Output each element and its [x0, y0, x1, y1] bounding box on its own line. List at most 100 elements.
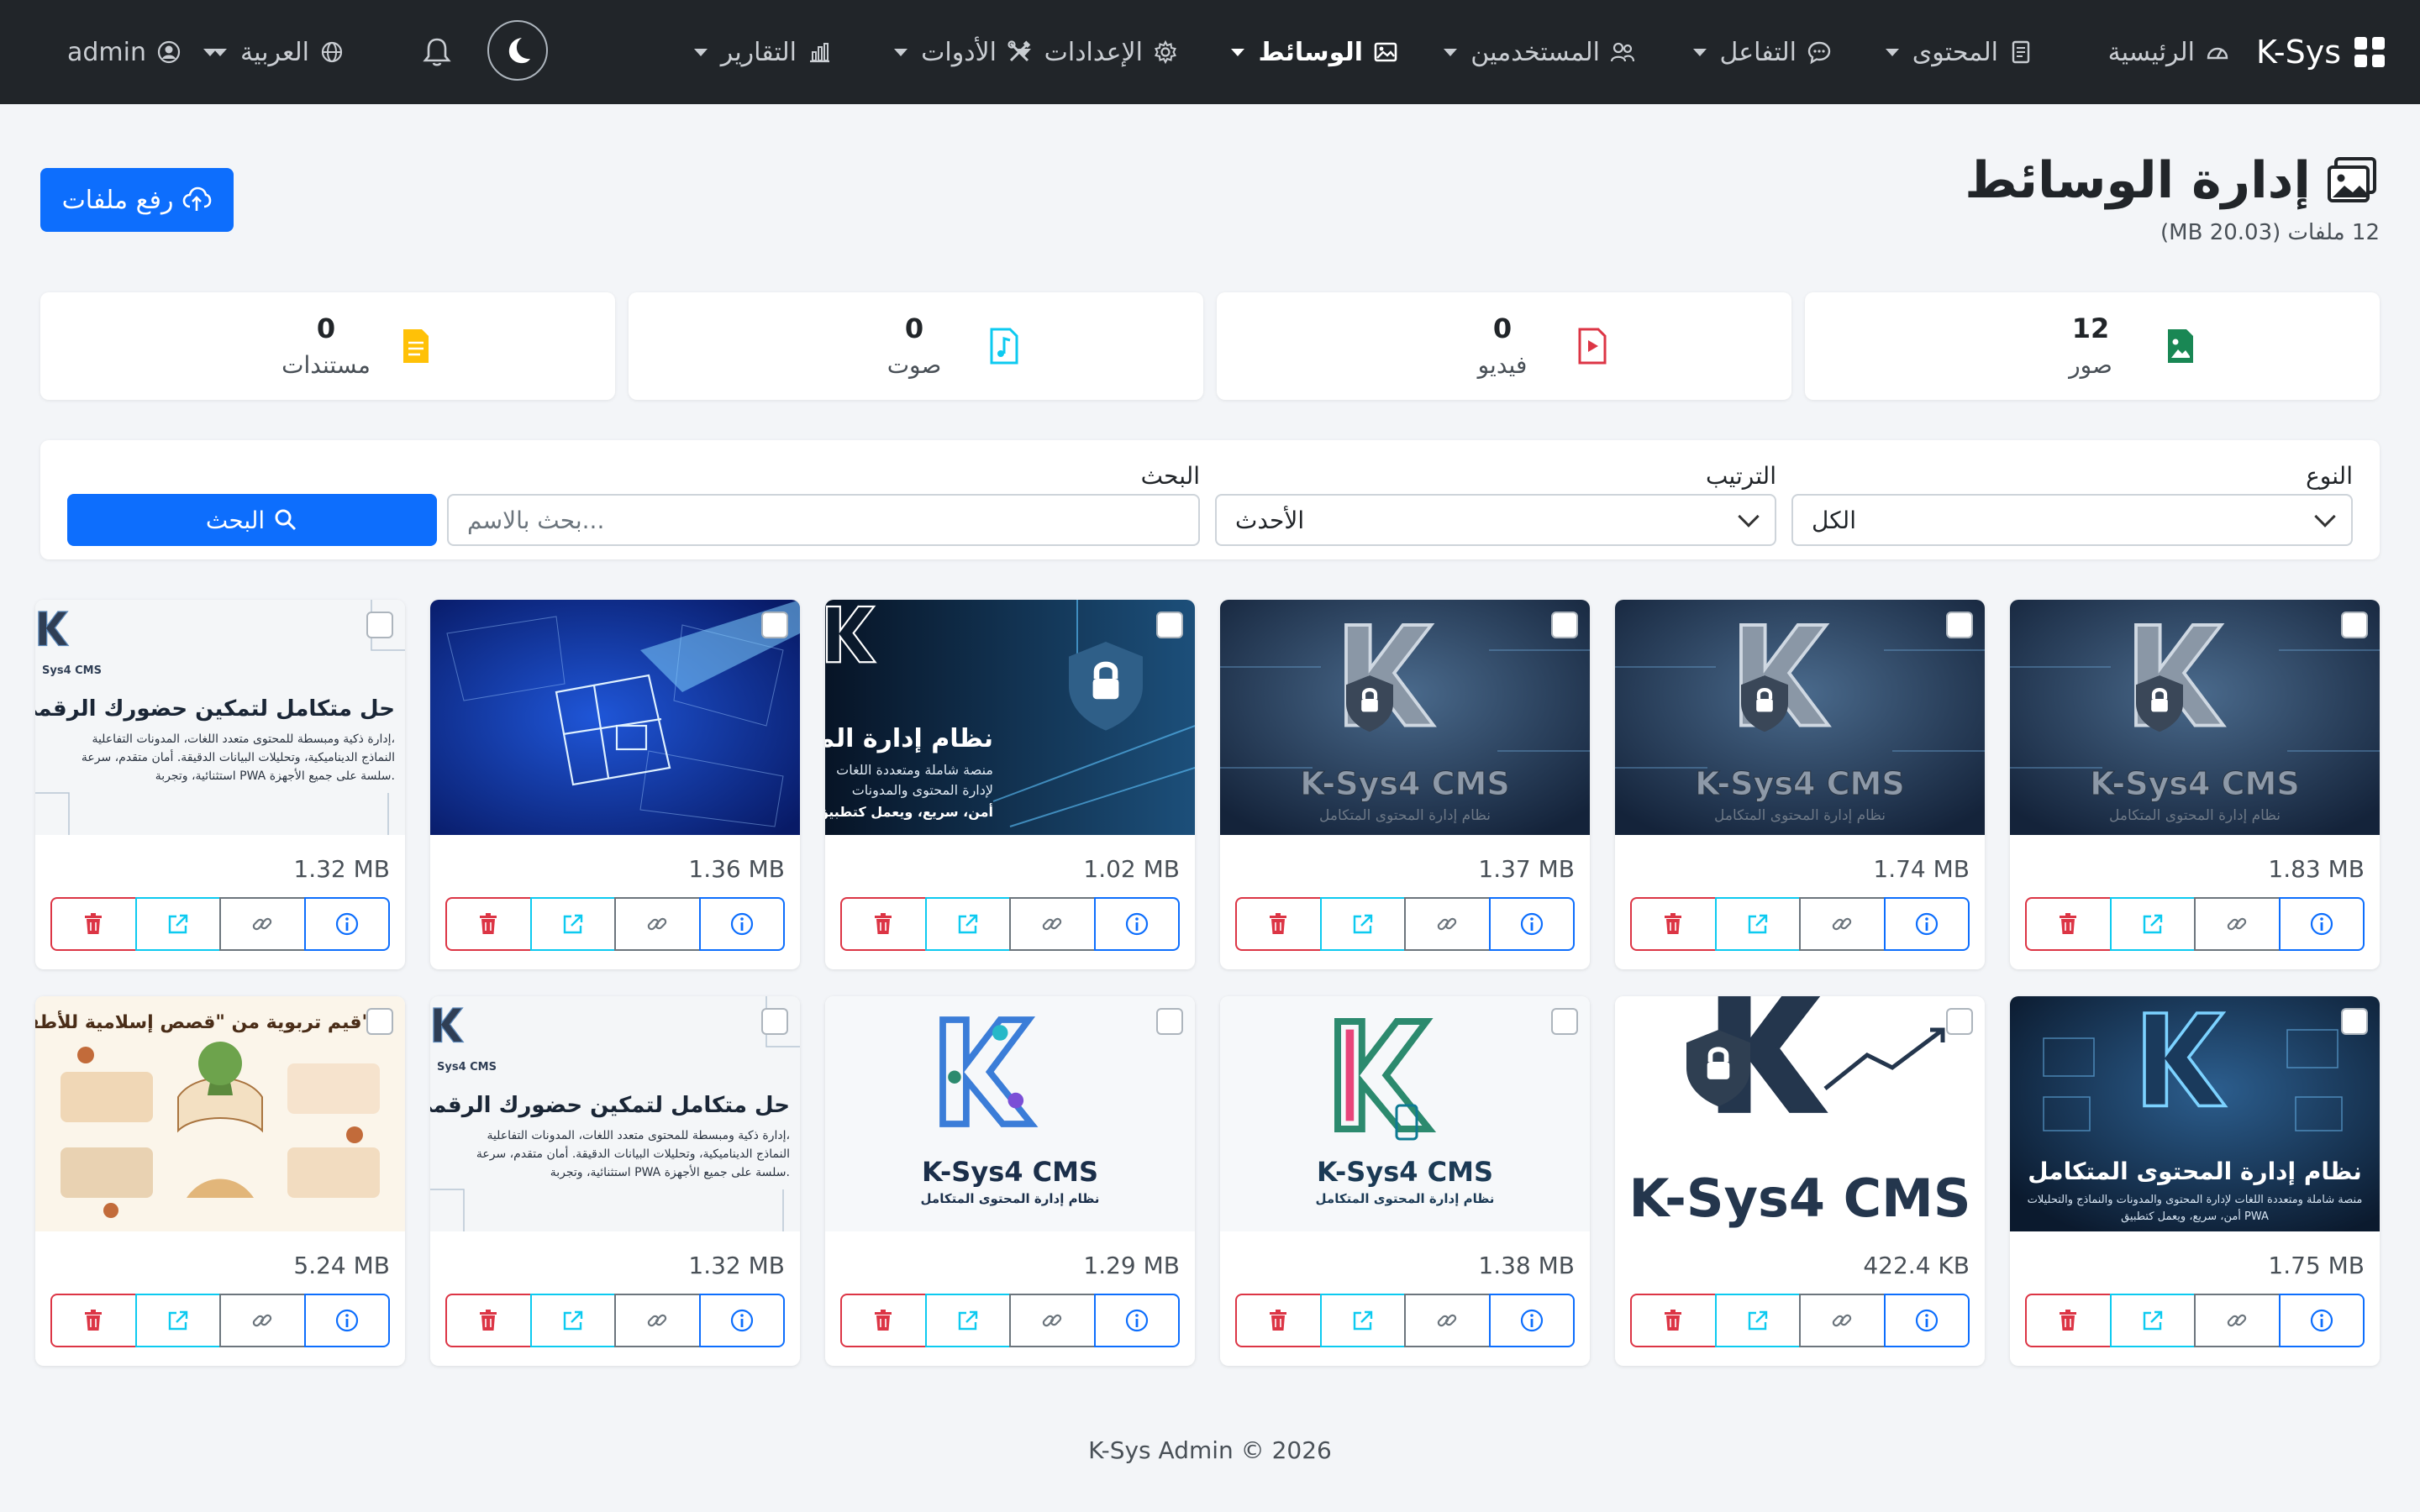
media-thumbnail[interactable]: K-Sys4 CMS نظام إدارة المحتوى المتكامل	[2010, 600, 2380, 835]
media-thumbnail[interactable]: قيم تربوية من "قصص إسلامية للأطفال"	[35, 996, 405, 1231]
open-button[interactable]	[924, 897, 1011, 951]
nav-item-media[interactable]: الوسائط	[1231, 0, 1398, 104]
copy-link-button[interactable]	[614, 1294, 701, 1347]
delete-button[interactable]	[445, 897, 532, 951]
media-card[interactable]: قيم تربوية من "قصص إسلامية للأطفال" 5.24…	[35, 996, 405, 1366]
notifications-button[interactable]	[420, 0, 454, 104]
media-card[interactable]: Sys4 CMS حل متكامل لتمكين حضورك الرقمي إ…	[35, 600, 405, 969]
nav-item-users[interactable]: المستخدمين	[1444, 0, 1635, 104]
media-thumbnail[interactable]: K-Sys4 CMS نظام إدارة المحتوى المتكامل	[1220, 996, 1590, 1231]
delete-button[interactable]	[445, 1294, 532, 1347]
select-checkbox[interactable]	[1551, 1008, 1578, 1035]
info-button[interactable]	[2278, 1294, 2365, 1347]
copy-link-button[interactable]	[1009, 1294, 1096, 1347]
info-button[interactable]	[1488, 897, 1575, 951]
select-checkbox[interactable]	[1551, 612, 1578, 638]
media-card[interactable]: Sys4 CMS حل متكامل لتمكين حضورك الرقمي إ…	[430, 996, 800, 1366]
open-button[interactable]	[1319, 897, 1406, 951]
media-thumbnail[interactable]: نظام إدارة المحتوى منصة شاملة ومتعددة ال…	[825, 600, 1195, 835]
media-card[interactable]: K-Sys4 CMS نظام إدارة المحتوى المتكامل 1…	[2010, 600, 2380, 969]
user-menu[interactable]: admin	[67, 0, 220, 104]
info-button[interactable]	[303, 897, 390, 951]
nav-item-content[interactable]: المحتوى	[1885, 0, 2033, 104]
media-thumbnail[interactable]	[430, 600, 800, 835]
nav-item-home[interactable]: الرئيسية	[2108, 0, 2230, 104]
info-button[interactable]	[698, 1294, 785, 1347]
copy-link-button[interactable]	[614, 897, 701, 951]
media-card[interactable]: نظام إدارة المحتوى المتكامل منصة شاملة و…	[2010, 996, 2380, 1366]
media-card[interactable]: K-Sys4 CMS نظام إدارة المحتوى المتكامل 1…	[1220, 996, 1590, 1366]
delete-button[interactable]	[840, 897, 927, 951]
copy-link-button[interactable]	[1404, 1294, 1491, 1347]
select-checkbox[interactable]	[366, 1008, 393, 1035]
delete-button[interactable]	[1630, 897, 1717, 951]
copy-link-button[interactable]	[1404, 897, 1491, 951]
language-selector[interactable]: العربية	[213, 0, 345, 104]
open-button[interactable]	[1319, 1294, 1406, 1347]
delete-button[interactable]	[50, 897, 137, 951]
select-checkbox[interactable]	[761, 1008, 788, 1035]
media-card[interactable]: K-Sys4 CMS 422.4 KB	[1615, 996, 1985, 1366]
select-checkbox[interactable]	[761, 612, 788, 638]
delete-button[interactable]	[1235, 897, 1322, 951]
delete-button[interactable]	[2025, 897, 2112, 951]
open-button[interactable]	[2109, 897, 2196, 951]
open-button[interactable]	[134, 897, 221, 951]
select-checkbox[interactable]	[1156, 1008, 1183, 1035]
media-card[interactable]: K-Sys4 CMS نظام إدارة المحتوى المتكامل 1…	[1615, 600, 1985, 969]
delete-button[interactable]	[2025, 1294, 2112, 1347]
media-thumbnail[interactable]: K-Sys4 CMS نظام إدارة المحتوى المتكامل	[825, 996, 1195, 1231]
open-button[interactable]	[134, 1294, 221, 1347]
media-thumbnail[interactable]: Sys4 CMS حل متكامل لتمكين حضورك الرقمي إ…	[35, 600, 405, 835]
copy-link-button[interactable]	[2194, 897, 2281, 951]
open-button[interactable]	[529, 897, 616, 951]
open-button[interactable]	[924, 1294, 1011, 1347]
nav-item-settings[interactable]: الإعدادات	[1017, 0, 1178, 104]
delete-button[interactable]	[1235, 1294, 1322, 1347]
info-button[interactable]	[1093, 897, 1180, 951]
nav-item-tools[interactable]: الأدوات	[894, 0, 1032, 104]
open-button[interactable]	[2109, 1294, 2196, 1347]
copy-link-button[interactable]	[219, 1294, 306, 1347]
media-thumbnail[interactable]: K-Sys4 CMS نظام إدارة المحتوى المتكامل	[1615, 600, 1985, 835]
info-button[interactable]	[2278, 897, 2365, 951]
open-button[interactable]	[1714, 897, 1801, 951]
select-checkbox[interactable]	[1946, 1008, 1973, 1035]
media-thumbnail[interactable]: K-Sys4 CMS	[1615, 996, 1985, 1231]
info-button[interactable]	[698, 897, 785, 951]
media-thumbnail[interactable]: K-Sys4 CMS نظام إدارة المحتوى المتكامل	[1220, 600, 1590, 835]
nav-item-interaction[interactable]: التفاعل	[1692, 0, 1832, 104]
open-button[interactable]	[1714, 1294, 1801, 1347]
media-card[interactable]: K-Sys4 CMS نظام إدارة المحتوى المتكامل 1…	[1220, 600, 1590, 969]
media-thumbnail[interactable]: نظام إدارة المحتوى المتكامل منصة شاملة و…	[2010, 996, 2380, 1231]
media-thumbnail[interactable]: Sys4 CMS حل متكامل لتمكين حضورك الرقمي إ…	[430, 996, 800, 1231]
search-button[interactable]: البحث	[67, 494, 437, 546]
copy-link-button[interactable]	[1799, 897, 1886, 951]
copy-link-button[interactable]	[2194, 1294, 2281, 1347]
select-checkbox[interactable]	[366, 612, 393, 638]
select-checkbox[interactable]	[2341, 612, 2368, 638]
sort-filter-select[interactable]: الأحدث	[1215, 494, 1776, 546]
copy-link-button[interactable]	[219, 897, 306, 951]
nav-item-reports[interactable]: التقارير	[693, 0, 832, 104]
select-checkbox[interactable]	[1946, 612, 1973, 638]
delete-button[interactable]	[50, 1294, 137, 1347]
media-card[interactable]: K-Sys4 CMS نظام إدارة المحتوى المتكامل 1…	[825, 996, 1195, 1366]
upload-files-button[interactable]: رفع ملفات	[40, 168, 234, 232]
select-checkbox[interactable]	[2341, 1008, 2368, 1035]
info-button[interactable]	[1883, 897, 1970, 951]
copy-link-button[interactable]	[1799, 1294, 1886, 1347]
info-button[interactable]	[303, 1294, 390, 1347]
info-button[interactable]	[1883, 1294, 1970, 1347]
select-checkbox[interactable]	[1156, 612, 1183, 638]
dark-mode-toggle[interactable]	[487, 20, 548, 81]
open-button[interactable]	[529, 1294, 616, 1347]
type-filter-select[interactable]: الكل	[1791, 494, 2353, 546]
copy-link-button[interactable]	[1009, 897, 1096, 951]
info-button[interactable]	[1093, 1294, 1180, 1347]
delete-button[interactable]	[840, 1294, 927, 1347]
brand[interactable]: K-Sys	[2256, 0, 2386, 104]
search-input[interactable]: بحث بالاسم...	[447, 494, 1200, 546]
media-card[interactable]: نظام إدارة المحتوى منصة شاملة ومتعددة ال…	[825, 600, 1195, 969]
delete-button[interactable]	[1630, 1294, 1717, 1347]
